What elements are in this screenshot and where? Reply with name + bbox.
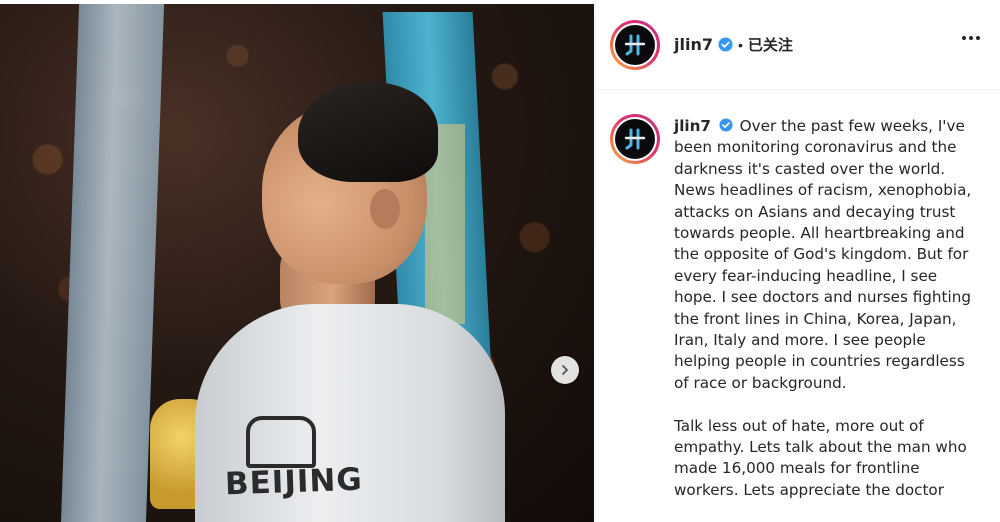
post-username[interactable]: jlin7 bbox=[674, 35, 713, 54]
caption-body-1: Over the past few weeks, I've been monit… bbox=[674, 117, 972, 392]
follow-status-button[interactable]: 已关注 bbox=[748, 34, 793, 55]
jersey-text: BEIJING bbox=[224, 461, 364, 503]
verified-badge-icon bbox=[718, 37, 733, 52]
post-photo[interactable]: BEIJING bbox=[0, 4, 594, 522]
next-image-button[interactable] bbox=[551, 356, 579, 384]
separator-dot: • bbox=[737, 36, 743, 53]
caption-paragraph-2: Talk less out of hate, more out of empat… bbox=[674, 416, 967, 499]
post-caption: jlin7 Over the past few weeks, I've been… bbox=[596, 90, 1000, 501]
jlin7-logo-icon bbox=[615, 119, 655, 159]
chevron-right-icon bbox=[562, 365, 568, 375]
post-header: jlin7 • 已关注 bbox=[596, 0, 1000, 90]
caption-avatar[interactable] bbox=[610, 114, 660, 164]
jersey-logo bbox=[246, 416, 316, 468]
avatar[interactable] bbox=[610, 19, 660, 70]
player-hair bbox=[298, 82, 438, 182]
caption-text: jlin7 Over the past few weeks, I've been… bbox=[674, 116, 974, 501]
player-ear bbox=[370, 189, 400, 229]
more-options-icon[interactable] bbox=[962, 36, 980, 40]
caption-username[interactable]: jlin7 bbox=[674, 117, 711, 135]
verified-badge-icon bbox=[719, 118, 733, 132]
jlin7-logo-icon bbox=[615, 24, 655, 65]
caption-paragraph-1: jlin7 Over the past few weeks, I've been… bbox=[674, 116, 974, 394]
post-sidebar: jlin7 • 已关注 jlin7 Over the past few week… bbox=[595, 0, 1000, 522]
